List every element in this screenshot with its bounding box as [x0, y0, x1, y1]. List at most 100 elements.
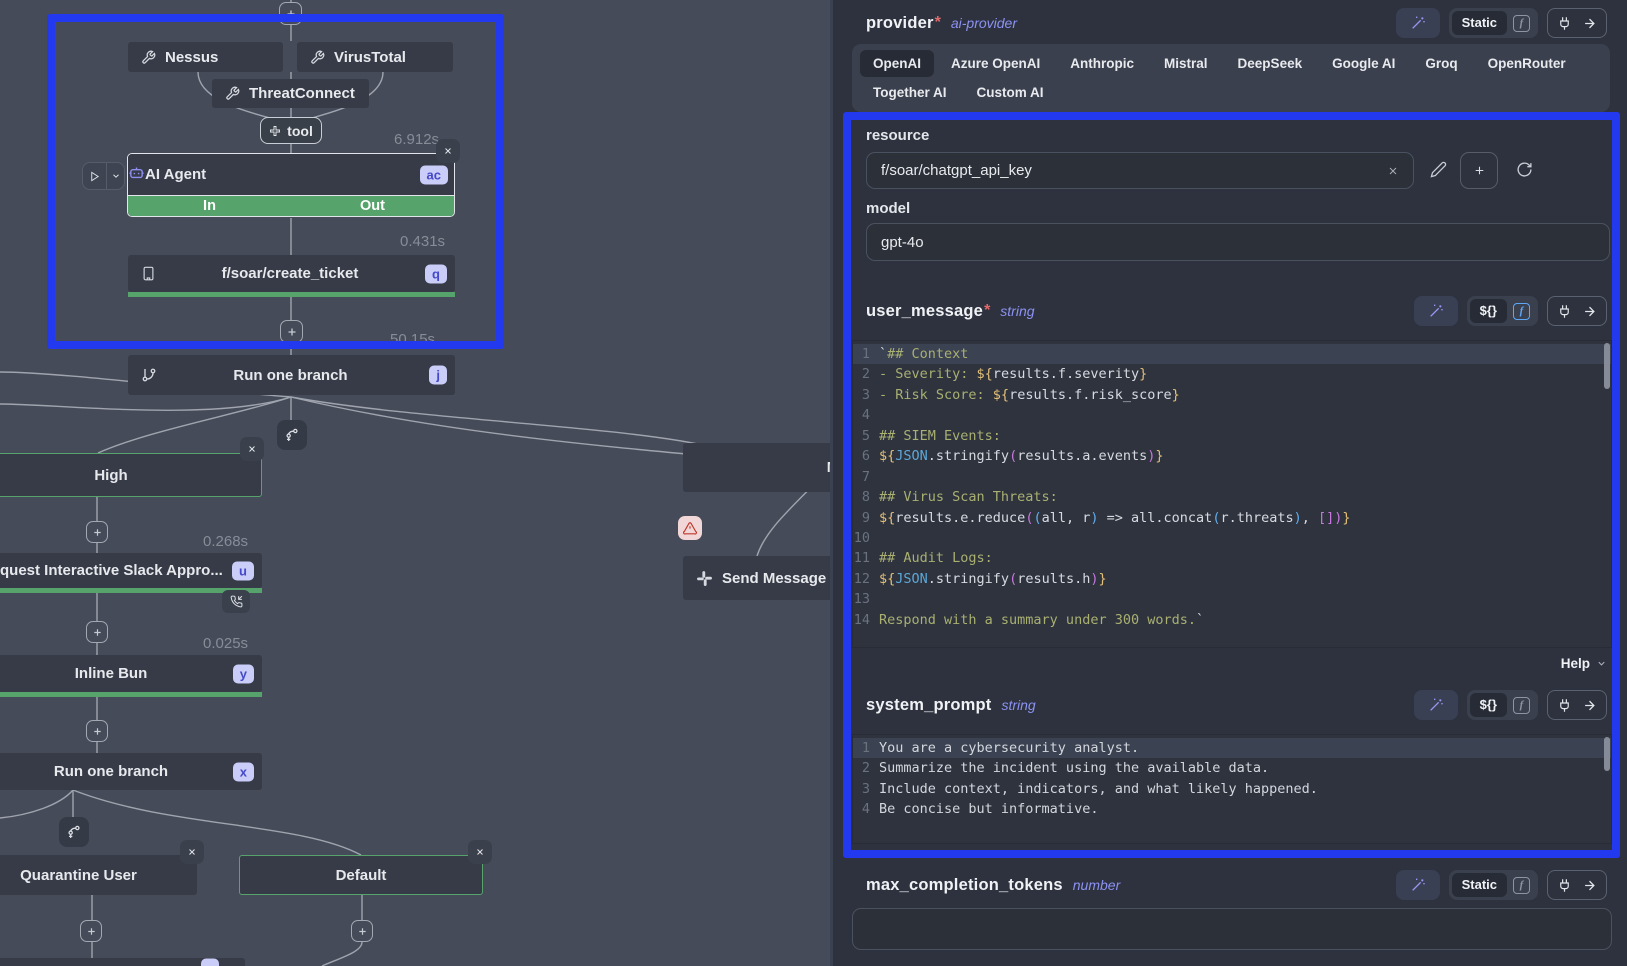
provider-tab[interactable]: Mistral [1151, 50, 1221, 77]
node-branch-high[interactable]: High [0, 453, 262, 497]
close-icon[interactable] [436, 139, 460, 163]
success-indicator [128, 292, 455, 297]
input-mode-toggle[interactable]: Static f [1449, 870, 1538, 900]
provider-tab[interactable]: Google AI [1319, 50, 1408, 77]
add-branch-button[interactable] [59, 817, 89, 847]
clear-resource-icon[interactable] [1387, 165, 1399, 177]
node-ai-agent[interactable]: AI Agent ac In Out [127, 153, 455, 217]
magic-wand-icon [1410, 877, 1426, 893]
node-send-message[interactable]: Send Message [683, 556, 830, 600]
add-step-button[interactable] [86, 521, 108, 543]
input-mode-toggle[interactable]: Static f [1449, 8, 1538, 38]
add-resource-button[interactable] [1460, 152, 1498, 189]
field-name: system_prompt [866, 696, 991, 715]
node-nessus[interactable]: Nessus [128, 42, 283, 72]
add-tool-button[interactable]: tool [260, 117, 322, 144]
provider-tab[interactable]: Groq [1412, 50, 1470, 77]
node-clipped-bottom[interactable] [0, 958, 245, 966]
provider-tab[interactable]: Custom AI [964, 79, 1057, 106]
add-branch-button[interactable] [277, 420, 307, 450]
max-tokens-input[interactable] [852, 908, 1612, 950]
refresh-resource-button[interactable] [1516, 161, 1533, 178]
code-line: 12${JSON.stringify(results.h)} [853, 569, 1611, 589]
run-step-button[interactable] [82, 162, 125, 190]
code-line: 2Summarize the incident using the availa… [853, 758, 1611, 778]
close-icon[interactable] [240, 437, 264, 461]
agent-in-handle[interactable]: In [128, 196, 291, 216]
node-inline-bun[interactable]: Inline Bun y [0, 655, 262, 692]
input-mode-toggle[interactable]: ${} f [1467, 296, 1538, 326]
function-mode-icon[interactable]: f [1513, 15, 1530, 32]
ai-generate-button[interactable] [1414, 690, 1458, 720]
magic-wand-icon [1410, 15, 1426, 31]
add-step-button[interactable] [80, 920, 102, 942]
arrow-right-icon[interactable] [1582, 304, 1597, 319]
plug-icon[interactable] [1557, 698, 1572, 713]
add-step-button[interactable] [279, 2, 302, 25]
plug-icon[interactable] [1557, 16, 1572, 31]
mode-static[interactable]: Static [1452, 11, 1507, 35]
connection-buttons[interactable] [1547, 296, 1607, 326]
function-mode-icon[interactable]: f [1513, 697, 1530, 714]
node-slack-approval[interactable]: quest Interactive Slack Appro... u [0, 553, 262, 588]
run-options-chevron-icon[interactable] [107, 171, 124, 181]
edit-resource-button[interactable] [1430, 161, 1447, 178]
plug-icon[interactable] [1557, 304, 1572, 319]
ai-generate-button[interactable] [1396, 870, 1440, 900]
node-branch-default[interactable]: Default [239, 855, 483, 895]
agent-out-handle[interactable]: Out [291, 196, 454, 216]
node-branch-quarantine-user[interactable]: Quarantine User [0, 855, 197, 895]
warning-indicator [678, 516, 702, 540]
function-mode-icon[interactable]: f [1513, 303, 1530, 320]
field-name: provider [866, 14, 934, 33]
max-tokens-field-header: max_completion_tokens number Static f [866, 868, 1607, 902]
node-virustotal[interactable]: VirusTotal [297, 42, 453, 72]
node-label: quest Interactive Slack Appro... [0, 562, 223, 579]
provider-tab[interactable]: OpenAI [860, 50, 934, 77]
mode-template[interactable]: ${} [1470, 299, 1507, 323]
code-line: 9${results.e.reduce((all, r) => all.conc… [853, 508, 1611, 528]
ai-generate-button[interactable] [1414, 296, 1458, 326]
system-prompt-code-editor[interactable]: 1You are a cybersecurity analyst.2Summar… [852, 734, 1612, 844]
node-create-ticket[interactable]: f/soar/create_ticket q [128, 255, 455, 292]
code-line: 14Respond with a summary under 300 words… [853, 610, 1611, 630]
play-icon[interactable] [83, 163, 107, 189]
ai-generate-button[interactable] [1396, 8, 1440, 38]
editor-scrollbar[interactable] [1604, 737, 1610, 771]
provider-tab[interactable]: Anthropic [1057, 50, 1147, 77]
provider-tab[interactable]: OpenRouter [1475, 50, 1579, 77]
close-icon[interactable] [180, 840, 204, 864]
provider-field-header: provider * ai-provider Static f [866, 6, 1607, 40]
resource-input[interactable]: f/soar/chatgpt_api_key [866, 152, 1414, 189]
step-id-badge: j [429, 366, 447, 385]
flow-canvas[interactable]: Nessus VirusTotal ThreatConnect tool 6.9… [0, 0, 830, 966]
connection-buttons[interactable] [1547, 8, 1607, 38]
model-input[interactable]: gpt-4o [866, 223, 1610, 261]
arrow-right-icon[interactable] [1582, 878, 1597, 893]
add-step-button[interactable] [280, 320, 303, 343]
add-step-button[interactable] [351, 920, 373, 942]
mode-template[interactable]: ${} [1470, 693, 1507, 717]
add-step-button[interactable] [86, 720, 108, 742]
node-run-one-branch-2[interactable]: Run one branch x [0, 753, 262, 790]
function-mode-icon[interactable]: f [1513, 877, 1530, 894]
plug-icon[interactable] [1557, 878, 1572, 893]
provider-tab[interactable]: Azure OpenAI [938, 50, 1053, 77]
arrow-right-icon[interactable] [1582, 16, 1597, 31]
connection-buttons[interactable] [1547, 870, 1607, 900]
editor-scrollbar[interactable] [1604, 343, 1610, 389]
user-message-code-editor[interactable]: 1`## Context2- Severity: ${results.f.sev… [852, 340, 1612, 648]
arrow-right-icon[interactable] [1582, 698, 1597, 713]
node-run-one-branch[interactable]: Run one branch j [128, 355, 455, 395]
mode-static[interactable]: Static [1452, 873, 1507, 897]
close-icon[interactable] [468, 840, 492, 864]
help-dropdown[interactable]: Help [1561, 656, 1607, 671]
provider-tab[interactable]: Together AI [860, 79, 960, 106]
input-mode-toggle[interactable]: ${} f [1467, 690, 1538, 720]
node-threatconnect[interactable]: ThreatConnect [212, 79, 369, 108]
connection-buttons[interactable] [1547, 690, 1607, 720]
step-id-badge: x [233, 762, 254, 781]
add-step-button[interactable] [86, 621, 108, 643]
node-branch-medium[interactable]: M [683, 443, 830, 492]
provider-tab[interactable]: DeepSeek [1225, 50, 1316, 77]
